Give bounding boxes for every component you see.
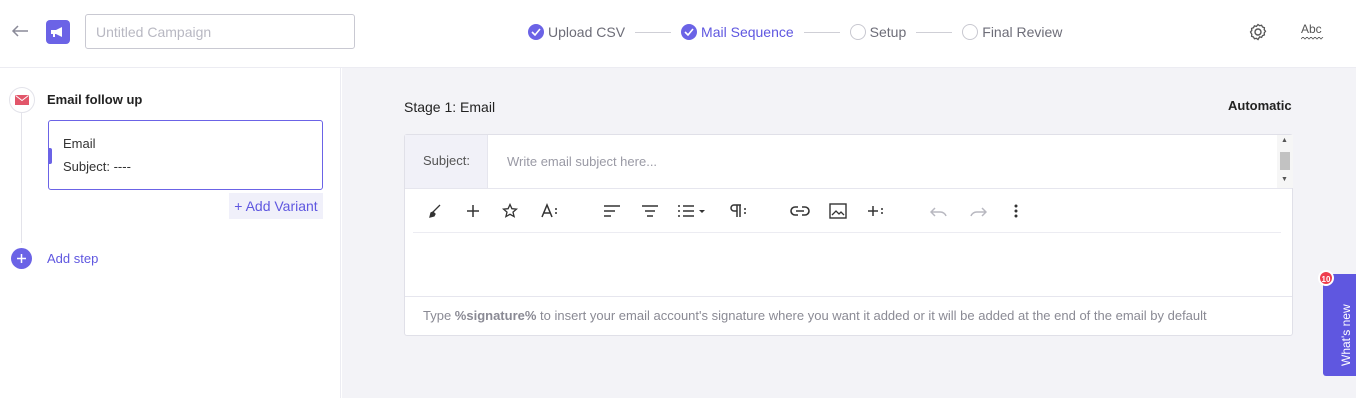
scroll-thumb[interactable]: [1280, 152, 1290, 170]
whats-new-label: What's new: [1339, 304, 1353, 366]
list-icon[interactable]: [677, 201, 707, 221]
font-size-icon[interactable]: [538, 201, 564, 221]
step-connector: [803, 31, 840, 33]
gear-icon[interactable]: [1248, 22, 1268, 42]
align-left-icon[interactable]: [602, 201, 622, 221]
add-variant-button[interactable]: + Add Variant: [229, 193, 323, 219]
spellcheck-underline-icon: [1301, 37, 1324, 40]
subject-label: Subject:: [405, 135, 488, 188]
envelope-icon: [9, 87, 35, 113]
hint-prefix: Type: [423, 308, 455, 323]
sequence-sidebar: Email follow up Email Subject: ---- + Ad…: [0, 68, 341, 398]
subject-scrollbar[interactable]: ▲ ▼: [1277, 135, 1293, 188]
hint-suffix: to insert your email account's signature…: [536, 308, 1207, 323]
empty-circle-icon: [849, 24, 866, 40]
scroll-up-icon[interactable]: ▲: [1281, 137, 1288, 144]
formatting-toolbar: [405, 189, 1292, 232]
variant-subject: Subject: ----: [63, 159, 131, 174]
step-label: Final Review: [982, 24, 1063, 40]
image-icon[interactable]: [828, 201, 848, 221]
step-connector: [635, 31, 672, 33]
step-title: Email follow up: [47, 92, 143, 107]
step-final-review[interactable]: Final Review: [962, 22, 1062, 42]
back-arrow-icon[interactable]: [10, 20, 30, 44]
add-step-plus-icon[interactable]: [11, 248, 32, 269]
email-body-editor[interactable]: [405, 233, 1292, 296]
email-variant-card[interactable]: Email Subject: ----: [48, 120, 323, 190]
signature-token: %signature%: [454, 308, 537, 323]
whats-new-tab[interactable]: What's new: [1323, 274, 1356, 376]
step-mail-sequence[interactable]: Mail Sequence: [681, 22, 794, 42]
align-center-icon[interactable]: [640, 201, 660, 221]
add-step-button[interactable]: Add step: [47, 251, 98, 266]
link-icon[interactable]: [790, 201, 810, 221]
variant-type: Email: [63, 136, 96, 151]
step-setup[interactable]: Setup: [849, 22, 907, 42]
stage-title: Stage 1: Email: [404, 99, 496, 115]
signature-hint: Type %signature% to insert your email ac…: [423, 308, 1207, 323]
step-connector: [916, 31, 953, 33]
email-editor: Subject: ▲ ▼: [404, 134, 1293, 336]
step-upload-csv[interactable]: Upload CSV: [528, 22, 625, 42]
campaign-name-input[interactable]: [85, 14, 355, 49]
brush-icon[interactable]: [425, 201, 445, 221]
top-bar: Upload CSV Mail Sequence Setup Final Rev…: [0, 0, 1356, 68]
step-label: Mail Sequence: [701, 24, 794, 40]
redo-icon[interactable]: [968, 201, 988, 221]
star-icon[interactable]: [500, 201, 520, 221]
check-icon: [528, 24, 544, 40]
insert-more-icon[interactable]: [866, 201, 888, 221]
empty-circle-icon: [962, 24, 979, 40]
paragraph-icon[interactable]: [727, 201, 749, 221]
check-icon: [681, 24, 698, 40]
spellcheck-button[interactable]: Abc: [1301, 22, 1322, 36]
notification-badge: 10: [1318, 270, 1334, 286]
selected-indicator: [48, 148, 52, 164]
divider: [405, 296, 1292, 297]
more-options-icon[interactable]: [1006, 201, 1026, 221]
undo-icon[interactable]: [929, 201, 949, 221]
subject-input[interactable]: [489, 135, 1277, 188]
app-logo-icon: [46, 20, 70, 44]
step-label: Upload CSV: [548, 24, 626, 40]
editor-panel: Stage 1: Email Automatic Subject: ▲ ▼: [342, 68, 1356, 398]
plus-icon[interactable]: [463, 201, 483, 221]
step-label: Setup: [869, 24, 907, 40]
timeline-line: [21, 113, 22, 243]
scroll-down-icon[interactable]: ▼: [1281, 176, 1288, 183]
send-mode-label[interactable]: Automatic: [1228, 98, 1292, 113]
progress-stepper: Upload CSV Mail Sequence Setup Final Rev…: [528, 22, 1062, 42]
